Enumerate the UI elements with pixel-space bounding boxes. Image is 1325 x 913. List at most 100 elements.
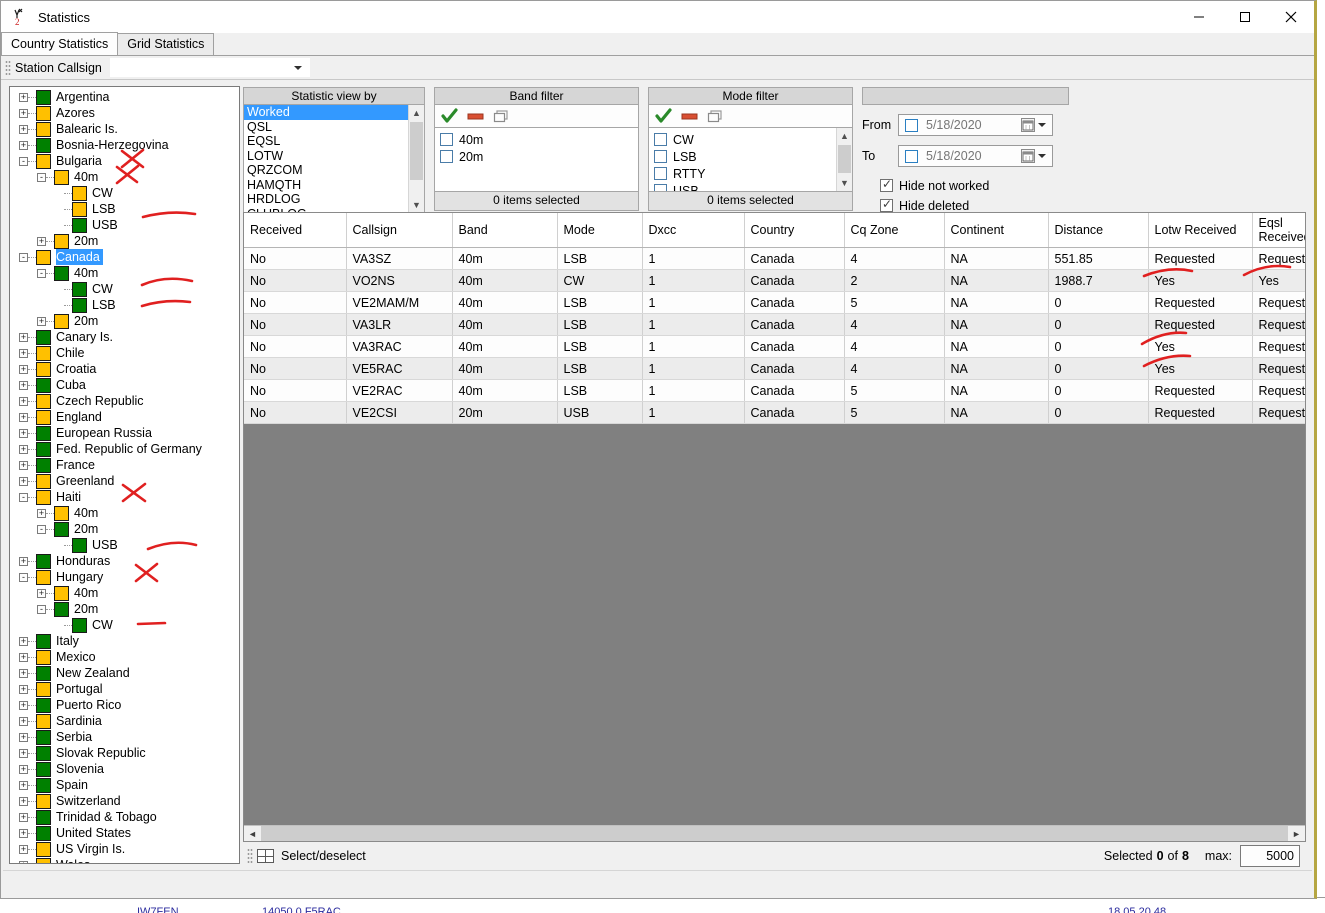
mode-filter-item[interactable]: LSB (649, 148, 836, 165)
table-cell[interactable]: Canada (744, 335, 845, 358)
table-cell[interactable]: 0 (1048, 313, 1149, 336)
tree-node[interactable]: + Greenland (10, 473, 239, 489)
table-column-header[interactable]: Distance (1048, 213, 1149, 248)
table-column-header[interactable]: Received (244, 213, 347, 248)
table-cell[interactable]: No (244, 247, 347, 270)
select-all-icon[interactable] (655, 108, 673, 124)
expand-icon[interactable]: + (19, 780, 28, 790)
table-cell[interactable]: Canada (744, 291, 845, 314)
expand-icon[interactable]: + (37, 236, 46, 246)
calendar-icon[interactable] (1021, 118, 1035, 132)
tree-node[interactable]: +20m (10, 233, 239, 249)
scroll-left-icon[interactable]: ◄ (244, 829, 261, 839)
tree-node[interactable]: + Slovak Republic (10, 745, 239, 761)
tree-node[interactable]: + Azores (10, 105, 239, 121)
close-button[interactable] (1268, 1, 1314, 33)
table-cell[interactable]: 40m (452, 269, 558, 292)
expand-icon[interactable]: + (19, 828, 28, 838)
expand-icon[interactable]: + (19, 812, 28, 822)
expand-icon[interactable]: + (19, 684, 28, 694)
table-cell[interactable]: Canada (744, 269, 845, 292)
table-cell[interactable]: Requested (1252, 313, 1305, 336)
table-row[interactable]: No VO2NS 40m CW 1 Canada 2 NA 1988.7 Yes Yes (244, 269, 1305, 292)
date-to-field[interactable]: 5/18/2020 (898, 145, 1053, 167)
country-tree[interactable]: + Argentina + Azores + Balearic Is. + Bosnia-He… (9, 86, 240, 864)
table-column-header[interactable]: Eqsl Received (1252, 213, 1305, 248)
expand-icon[interactable]: + (37, 588, 46, 598)
table-cell[interactable]: Requested (1252, 335, 1305, 358)
table-column-header[interactable]: Callsign (346, 213, 453, 248)
deselect-all-icon[interactable] (467, 108, 485, 124)
tree-node[interactable]: +40m (10, 505, 239, 521)
expand-icon[interactable]: + (19, 396, 28, 406)
table-cell[interactable]: Requested (1148, 401, 1253, 424)
statistic-view-listbox[interactable]: Worked QSL EQSL LOTW QRZCOM HAMQTH HRDLOG CLUBL… (243, 105, 425, 214)
tree-node[interactable]: + United States (10, 825, 239, 841)
qso-table[interactable]: Received Callsign Band Mode Dxcc Country Cq Zo… (244, 213, 1305, 424)
tree-node[interactable]: + European Russia (10, 425, 239, 441)
mode-filter-item[interactable]: RTTY (649, 165, 836, 182)
expand-icon[interactable]: + (19, 748, 28, 758)
collapse-icon[interactable]: - (19, 492, 28, 502)
table-cell[interactable]: VE2MAM/M (346, 291, 453, 314)
collapse-icon[interactable]: - (37, 524, 46, 534)
band-filter-item[interactable]: 20m (435, 148, 638, 165)
table-cell[interactable]: NA (944, 357, 1049, 380)
invert-selection-icon[interactable] (707, 108, 725, 124)
table-cell[interactable]: Requested (1252, 357, 1305, 380)
table-row[interactable]: No VE2MAM/M 40m LSB 1 Canada 5 NA 0 Requested Requ… (244, 291, 1305, 314)
hscroll-thumb[interactable] (261, 825, 1288, 841)
table-cell[interactable]: No (244, 313, 347, 336)
tree-node[interactable]: + US Virgin Is. (10, 841, 239, 857)
tree-node[interactable]: + Croatia (10, 361, 239, 377)
expand-icon[interactable]: + (19, 380, 28, 390)
tree-node[interactable]: LSB (10, 201, 239, 217)
table-cell[interactable]: LSB (557, 247, 643, 270)
expand-icon[interactable]: + (37, 508, 46, 518)
expand-icon[interactable]: + (19, 476, 28, 486)
table-cell[interactable]: Canada (744, 247, 845, 270)
tree-node[interactable]: - Canada (10, 249, 239, 265)
select-deselect-icon[interactable] (257, 849, 274, 863)
table-column-header[interactable]: Band (452, 213, 558, 248)
tree-node[interactable]: + Argentina (10, 89, 239, 105)
table-cell[interactable]: LSB (557, 379, 643, 402)
expand-icon[interactable]: + (19, 636, 28, 646)
table-cell[interactable]: Requested (1252, 401, 1305, 424)
band-filter-item[interactable]: 40m (435, 131, 638, 148)
expand-icon[interactable]: + (19, 652, 28, 662)
tree-node[interactable]: +20m (10, 313, 239, 329)
footer-grip[interactable] (247, 848, 253, 864)
table-cell[interactable]: 1 (642, 313, 745, 336)
date-to-checkbox[interactable] (905, 149, 918, 163)
tree-node[interactable]: + France (10, 457, 239, 473)
tree-node[interactable]: + Balearic Is. (10, 121, 239, 137)
expand-icon[interactable]: + (19, 140, 28, 150)
mode-filter-checkbox[interactable] (654, 133, 667, 146)
tree-node[interactable]: + Spain (10, 777, 239, 793)
expand-icon[interactable]: + (19, 764, 28, 774)
statistic-view-item[interactable]: EQSL (244, 134, 408, 149)
tree-node[interactable]: + Slovenia (10, 761, 239, 777)
collapse-icon[interactable]: - (19, 252, 28, 262)
tree-node[interactable]: + Bosnia-Herzegovina (10, 137, 239, 153)
chevron-down-icon[interactable] (1038, 154, 1046, 158)
table-row[interactable]: NoVE5RAC40mLSB1Canada4NA0YesRequested (244, 357, 1305, 380)
toolbar-grip[interactable] (5, 59, 11, 76)
expand-icon[interactable]: + (19, 428, 28, 438)
table-cell[interactable]: No (244, 357, 347, 380)
tree-node[interactable]: - 20m (10, 601, 239, 617)
tree-node[interactable]: + Fed. Republic of Germany (10, 441, 239, 457)
tree-node[interactable]: - 20m (10, 521, 239, 537)
table-row[interactable]: No VE2CSI 20m USB 1 Canada 5 NA 0 Requested Reques… (244, 401, 1305, 424)
tree-node[interactable]: LSB (10, 297, 239, 313)
tree-node[interactable]: - Hungary (10, 569, 239, 585)
table-header-row[interactable]: Received Callsign Band Mode Dxcc Country Cq Zo… (244, 213, 1305, 248)
table-cell[interactable]: 0 (1048, 401, 1149, 424)
table-cell[interactable]: 1 (642, 269, 745, 292)
table-cell[interactable]: 0 (1048, 379, 1149, 402)
table-cell[interactable]: 5 (844, 291, 945, 314)
statistic-view-item[interactable]: LOTW (244, 149, 408, 164)
table-cell[interactable]: NA (944, 291, 1049, 314)
table-cell[interactable]: Canada (744, 313, 845, 336)
